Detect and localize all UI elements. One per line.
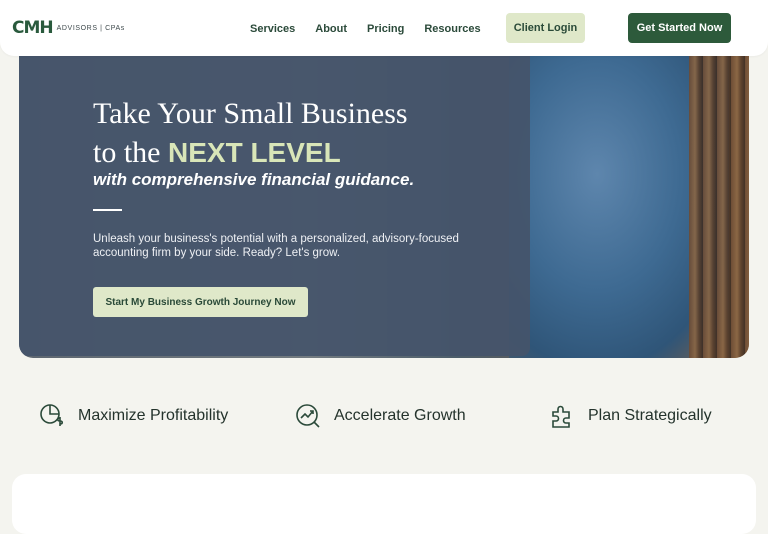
feature-strategy: Plan Strategically <box>549 396 712 436</box>
hero-description: Unleash your business's potential with a… <box>93 233 459 259</box>
hero-section: Take Your Small Business to the NEXT LEV… <box>19 52 749 358</box>
hero-subtitle: with comprehensive financial guidance. <box>93 170 415 189</box>
nav-services[interactable]: Services <box>250 23 295 35</box>
feature-growth-label: Accelerate Growth <box>334 407 466 424</box>
feature-growth: Accelerate Growth <box>295 396 466 436</box>
profit-icon <box>40 404 64 426</box>
hero-divider <box>93 209 122 211</box>
growth-icon <box>296 404 320 428</box>
hero-title-accent: NEXT LEVEL <box>168 137 341 168</box>
content-card <box>12 474 756 534</box>
client-login-button[interactable]: Client Login <box>506 13 585 43</box>
brand-logo[interactable]: CMH ADVISORS | CPAs <box>12 19 125 37</box>
nav-pricing[interactable]: Pricing <box>367 23 404 35</box>
feature-strategy-label: Plan Strategically <box>588 407 712 424</box>
hero-title: Take Your Small Business to the NEXT LEV… <box>93 94 513 172</box>
feature-profitability: Maximize Profitability <box>39 396 228 436</box>
features-row: Maximize Profitability Accelerate Growth… <box>0 396 768 436</box>
nav-about[interactable]: About <box>315 23 347 35</box>
hero-title-line1: Take Your Small Business <box>93 97 408 130</box>
logo-text: ADVISORS | CPAs <box>56 24 125 32</box>
nav-resources[interactable]: Resources <box>424 23 480 35</box>
growth-journey-button[interactable]: Start My Business Growth Journey Now <box>93 287 308 317</box>
site-header: CMH ADVISORS | CPAs Services About Prici… <box>0 0 768 56</box>
feature-profitability-label: Maximize Profitability <box>78 407 229 424</box>
puzzle-icon <box>552 405 570 428</box>
hero-photo-background <box>689 52 749 358</box>
hero-title-line2-prefix: to the <box>93 136 168 169</box>
get-started-button[interactable]: Get Started Now <box>628 13 731 43</box>
main-nav: Services About Pricing Resources <box>250 23 501 35</box>
logo-mark: CMH <box>12 18 54 38</box>
